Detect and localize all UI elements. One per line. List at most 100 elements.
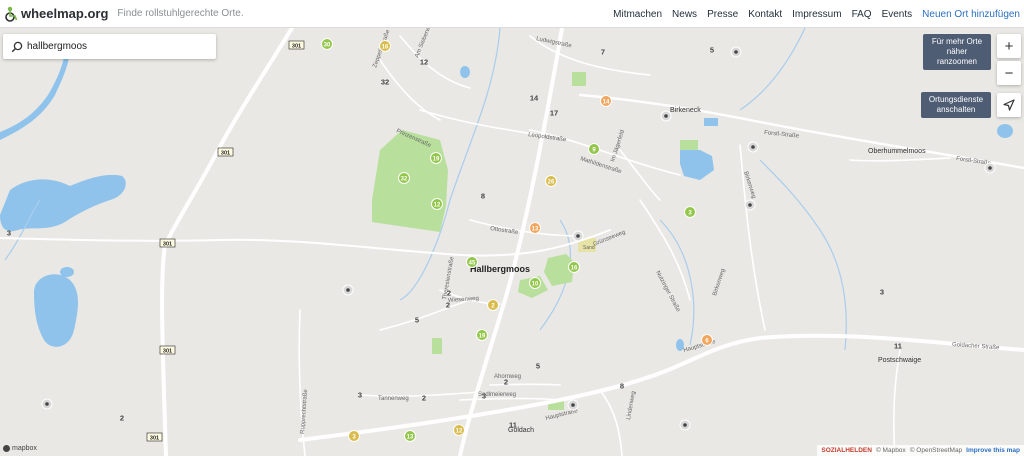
place-cluster-marker[interactable]: 3 (7, 228, 11, 237)
place-cluster-count: 3 (880, 287, 884, 296)
zoom-hint-line: näher (946, 47, 968, 56)
map-canvas[interactable]: 301 301 301 301 301 Hallbergmoos Birkene… (0, 28, 1024, 456)
place-cluster-marker[interactable]: 5 (415, 315, 419, 324)
place-cluster-marker[interactable]: 2 (447, 288, 451, 297)
place-pin[interactable] (744, 199, 756, 211)
place-cluster-marker[interactable]: 11 (894, 341, 902, 350)
improve-map-link[interactable]: Improve this map (966, 447, 1020, 454)
place-cluster-count: 5 (710, 45, 714, 54)
zoom-hint-line: Für mehr Orte (931, 37, 983, 46)
place-pin[interactable] (730, 46, 742, 58)
zoom-in-button[interactable]: + (997, 34, 1021, 58)
place-cluster-marker[interactable]: 45 (466, 256, 478, 268)
place-cluster-marker[interactable]: 16 (568, 261, 580, 273)
place-cluster-count: 12 (456, 428, 463, 434)
place-cluster-marker[interactable]: 12 (431, 198, 443, 210)
place-cluster-marker[interactable]: 11 (509, 420, 517, 429)
place-cluster-marker[interactable]: 14 (530, 93, 539, 102)
place-cluster-count: 8 (620, 381, 624, 390)
place-cluster-marker[interactable]: 32 (381, 77, 389, 86)
search-box (3, 34, 216, 59)
place-cluster-count: 12 (420, 57, 428, 66)
place-cluster-marker[interactable]: 2 (504, 377, 508, 386)
park (432, 338, 442, 354)
place-cluster-marker[interactable]: 5 (710, 45, 714, 54)
place-cluster-marker[interactable]: 32 (398, 172, 410, 184)
place-cluster-marker[interactable]: 2 (487, 299, 499, 311)
mapbox-link[interactable]: © Mapbox (876, 447, 906, 454)
place-cluster-marker[interactable]: 3 (684, 206, 696, 218)
place-cluster-marker[interactable]: 16 (379, 40, 391, 52)
place-cluster-marker[interactable]: 7 (601, 47, 605, 56)
place-pin[interactable] (41, 398, 53, 410)
place-cluster-marker[interactable]: 17 (550, 108, 558, 117)
place-cluster-count: 17 (550, 108, 558, 117)
place-cluster-count: 2 (504, 377, 508, 386)
place-cluster-marker[interactable]: 19 (430, 152, 442, 164)
place-cluster-marker[interactable]: 12 (420, 57, 428, 66)
place-pin[interactable] (984, 162, 996, 174)
nav-mitmachen[interactable]: Mitmachen (613, 9, 662, 20)
mapbox-logo[interactable]: mapbox (3, 445, 37, 452)
place-cluster-marker[interactable]: 8 (481, 191, 485, 200)
nav-news[interactable]: News (672, 9, 697, 20)
sozialhelden-link[interactable]: SOZIALHELDEN (821, 447, 872, 454)
place-cluster-marker[interactable]: 5 (536, 361, 540, 370)
place-cluster-marker[interactable]: 13 (529, 222, 541, 234)
place-pin[interactable] (679, 419, 691, 431)
tagline: Finde rollstuhlgerechte Orte. (117, 8, 244, 19)
place-cluster-marker[interactable]: 3 (880, 287, 884, 296)
place-cluster-marker[interactable]: 2 (120, 413, 124, 422)
place-cluster-count: 10 (532, 281, 539, 287)
place-cluster-marker[interactable]: 19 (476, 329, 488, 341)
osm-link[interactable]: © OpenStreetMap (910, 447, 962, 454)
place-cluster-marker[interactable]: 2 (422, 393, 426, 402)
place-cluster-marker[interactable]: 26 (545, 175, 557, 187)
place-cluster-marker[interactable]: 13 (404, 430, 416, 442)
map-attribution: SOZIALHELDEN © Mapbox © OpenStreetMap Im… (817, 445, 1024, 456)
place-pin[interactable] (660, 110, 672, 122)
place-cluster-count: 11 (509, 420, 517, 429)
nav-kontakt[interactable]: Kontakt (748, 9, 782, 20)
place-cluster-marker[interactable]: 6 (701, 334, 713, 346)
place-pin[interactable] (572, 230, 584, 242)
nav-impressum[interactable]: Impressum (792, 9, 841, 20)
village-label: Oberhummelmoos (868, 148, 926, 155)
place-pin[interactable] (747, 141, 759, 153)
street-label: Tannenweg (378, 396, 409, 402)
place-cluster-marker[interactable]: 12 (453, 424, 465, 436)
locate-button[interactable] (997, 93, 1021, 117)
nav-faq[interactable]: FAQ (852, 9, 872, 20)
place-cluster-marker[interactable]: 2 (446, 300, 450, 309)
place-cluster-marker[interactable]: 14 (600, 95, 612, 107)
location-arrow-icon (1003, 99, 1015, 111)
place-cluster-marker[interactable]: 9 (588, 143, 600, 155)
road-shield: 301 (217, 147, 234, 156)
main-nav: Mitmachen News Presse Kontakt Impressum … (613, 0, 1024, 28)
logo[interactable]: wheelmap.org Finde rollstuhlgerechte Ort… (4, 0, 244, 28)
mapbox-logo-text: mapbox (12, 445, 37, 452)
place-cluster-marker[interactable]: 8 (620, 381, 624, 390)
zoom-out-button[interactable]: − (997, 61, 1021, 85)
pond (60, 267, 74, 277)
place-cluster-count: 30 (324, 42, 331, 48)
place-cluster-count: 3 (358, 390, 362, 399)
place-cluster-marker[interactable]: 30 (321, 38, 333, 50)
place-cluster-count: 3 (482, 391, 486, 400)
place-pin[interactable] (342, 284, 354, 296)
nav-events[interactable]: Events (882, 9, 913, 20)
search-input[interactable] (27, 41, 207, 52)
place-cluster-marker[interactable]: 10 (529, 277, 541, 289)
place-cluster-marker[interactable]: 3 (348, 430, 360, 442)
place-cluster-count: 12 (434, 202, 441, 208)
nav-presse[interactable]: Presse (707, 9, 738, 20)
park (680, 140, 698, 150)
place-cluster-marker[interactable]: 3 (482, 391, 486, 400)
road-shield: 301 (288, 40, 305, 50)
place-cluster-count: 13 (532, 226, 539, 232)
place-pin[interactable] (567, 399, 579, 411)
top-bar: wheelmap.org Finde rollstuhlgerechte Ort… (0, 0, 1024, 28)
place-cluster-count: 2 (446, 300, 450, 309)
add-place-link[interactable]: Neuen Ort hinzufügen (922, 9, 1020, 20)
place-cluster-marker[interactable]: 3 (358, 390, 362, 399)
